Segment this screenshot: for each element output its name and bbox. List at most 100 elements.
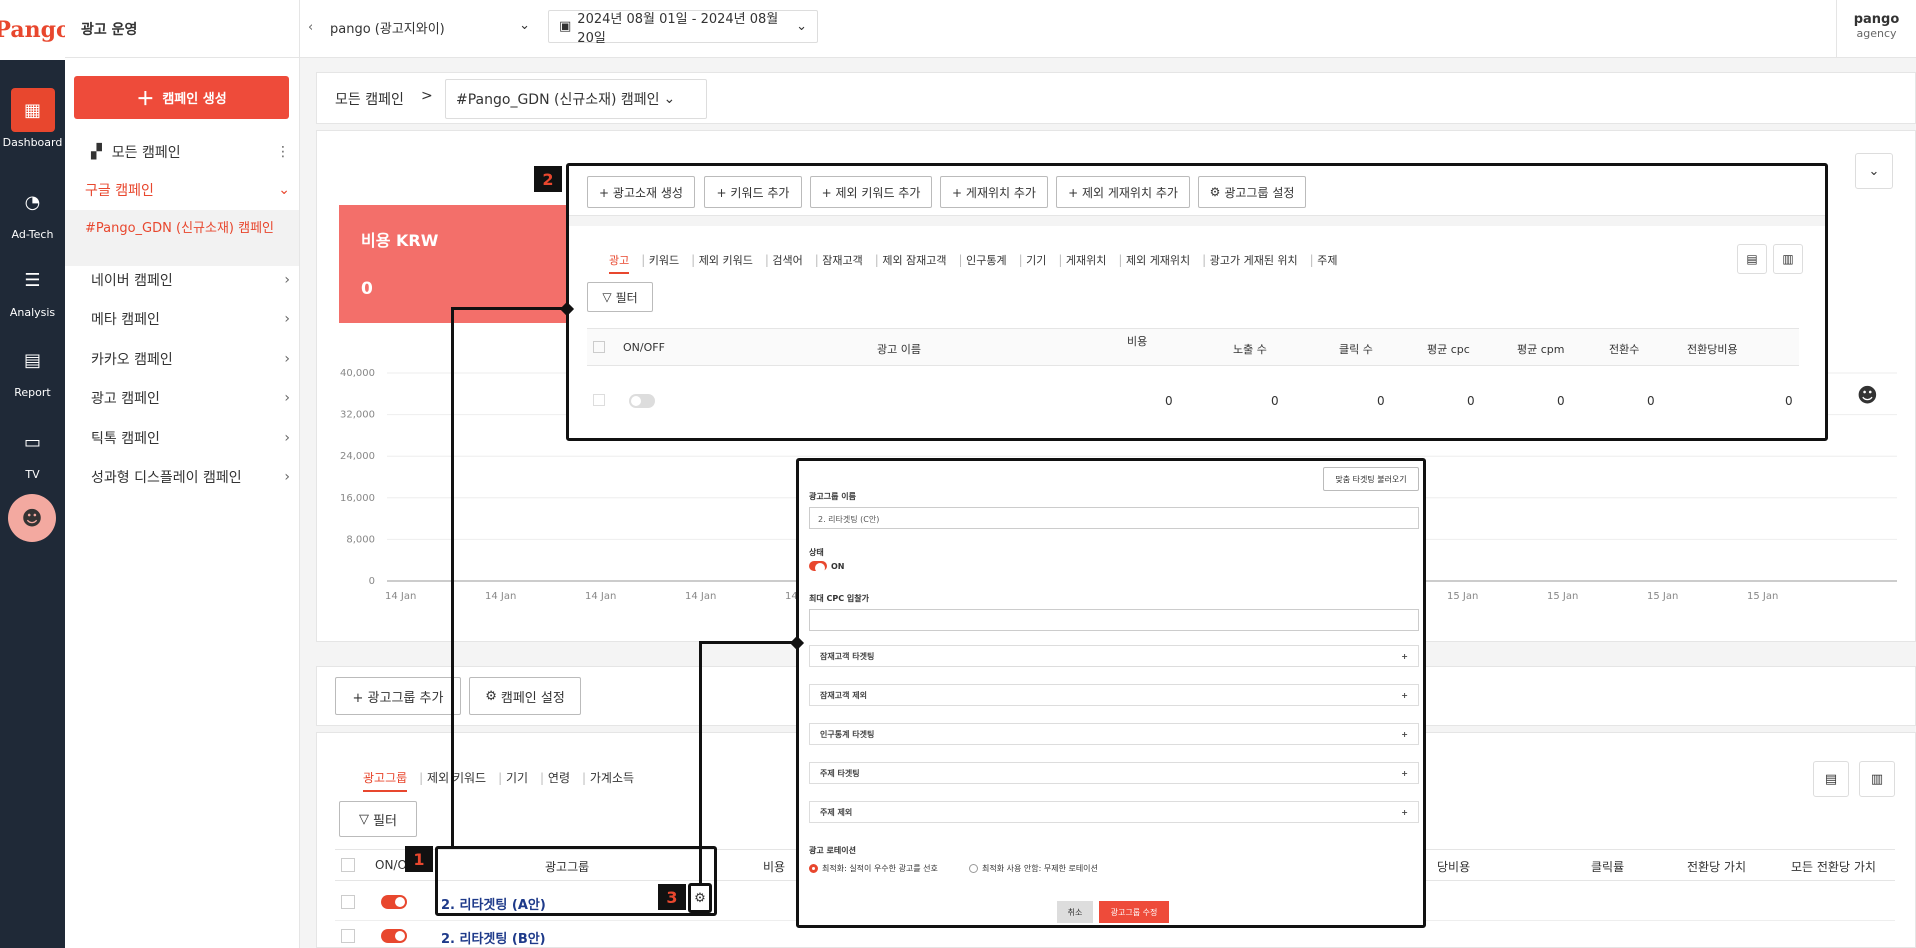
adgroup-name-input[interactable]: 2. 리타겟팅 (C안) [809, 507, 1419, 529]
tab-search-term[interactable]: 검색어 [772, 252, 802, 268]
tab-negative-keyword[interactable]: 제외 키워드 [427, 769, 486, 786]
add-adgroup-button[interactable]: + 광고그룹 추가 [335, 677, 461, 715]
account-label: pango (광고지와이) [330, 22, 445, 37]
rotation-option-no-optimize[interactable]: 최적화 사용 안함: 무제한 로테이션 [969, 863, 1098, 874]
tab-device[interactable]: 기기 [1026, 252, 1046, 268]
tab-demographics[interactable]: 인구통계 [966, 252, 1006, 268]
rail-item-report[interactable]: ▤ Report [0, 338, 65, 400]
table-row[interactable]: 0 0 0 0 0 0 0 [587, 366, 1799, 436]
submit-adgroup-button[interactable]: 광고그룹 수정 [1099, 901, 1169, 923]
columns-icon[interactable]: ▥ [1773, 244, 1803, 274]
export-icon[interactable]: ▤ [1737, 244, 1767, 274]
select-all-checkbox[interactable] [593, 341, 605, 353]
add-negative-placement-button[interactable]: + 제외 게재위치 추가 [1056, 176, 1190, 208]
accordion-label: 인구통계 타겟팅 [820, 729, 875, 739]
accordion-demographic-targeting[interactable]: 인구통계 타겟팅 + [809, 723, 1419, 745]
kpi-card[interactable]: 비용 KRW 0 [339, 205, 569, 323]
sidebar-item-ad[interactable]: 광고 캠페인 › [65, 379, 300, 417]
accordion-audience-exclusion[interactable]: 잠재고객 제외 + [809, 684, 1419, 706]
tab-topic[interactable]: 주제 [1317, 252, 1337, 268]
date-range-picker[interactable]: ▣ 2024년 08월 01일 - 2024년 08월 20일 ⌄ [548, 10, 818, 46]
tab-adgroup[interactable]: 광고그룹 [363, 769, 408, 792]
top-bar: ‹ pango (광고지와이) ⌄ ▣ 2024년 08월 01일 - 2024년 … [300, 0, 1916, 58]
add-keyword-button[interactable]: + 키워드 추가 [704, 176, 802, 208]
breadcrumb-root[interactable]: 모든 캠페인 [335, 89, 404, 109]
sidebar-item-google[interactable]: 구글 캠페인 ⌄ [65, 171, 300, 209]
adgroup-tabs: 광고그룹 | 제외 키워드 | 기기 | 연령 | 가계소득 [363, 769, 634, 792]
grid-icon: ▞ [91, 144, 102, 160]
rail-item-adtech[interactable]: ◔ Ad-Tech [0, 180, 65, 242]
row-checkbox[interactable] [341, 895, 355, 909]
x-tick-label: 14 Jan [485, 591, 516, 602]
columns-icon[interactable]: ▥ [1859, 761, 1895, 797]
sidebar-item-all[interactable]: ▞ 모든 캠페인 ⋮ [65, 133, 300, 171]
more-icon[interactable]: ⋮ [276, 144, 290, 160]
rail-item-dashboard[interactable]: ▦ Dashboard [0, 88, 65, 149]
chart-dropdown[interactable]: ⌄ [1855, 153, 1893, 189]
row-toggle[interactable] [381, 895, 407, 909]
tab-negative-keyword[interactable]: 제외 키워드 [699, 252, 753, 268]
row-checkbox[interactable] [593, 394, 605, 406]
export-icon[interactable]: ▤ [1813, 761, 1849, 797]
sidebar-item-display[interactable]: 성과형 디스플레이 캠페인 › [65, 458, 300, 496]
tab-where-shown[interactable]: 광고가 게재된 위치 [1210, 252, 1298, 268]
adgroup-settings-button[interactable]: ⚙ 광고그룹 설정 [1198, 176, 1306, 208]
account-selector[interactable]: pango (광고지와이) ⌄ [330, 18, 530, 37]
x-tick-label: 15 Jan [1747, 591, 1778, 602]
sidebar-item-tiktok[interactable]: 틱톡 캠페인 › [65, 419, 300, 457]
kpi-value: 0 [361, 279, 373, 299]
chevron-right-icon: › [284, 351, 290, 367]
tab-negative-audience[interactable]: 제외 잠재고객 [882, 252, 946, 268]
user-menu[interactable]: pango agency [1836, 0, 1916, 58]
rail-label: TV [25, 468, 40, 481]
adgroup-name-link[interactable]: 2. 리타겟팅 (B안) [441, 928, 546, 947]
pango-logo[interactable]: Pango [0, 0, 71, 60]
add-placement-button[interactable]: + 게재위치 추가 [940, 176, 1048, 208]
filter-label: 필터 [615, 290, 638, 305]
rail-item-tv[interactable]: ▭ TV [0, 420, 65, 482]
sidebar-item-kakao[interactable]: 카카오 캠페인 › [65, 340, 300, 378]
connector-line [451, 307, 569, 310]
adgroup-gear-icon[interactable]: ⚙ [688, 883, 712, 913]
accordion-audience-targeting[interactable]: 잠재고객 타겟팅 + [809, 645, 1419, 667]
filter-button[interactable]: ▽ 필터 [587, 282, 653, 312]
collapse-icon[interactable]: ‹ [308, 20, 313, 35]
tab-age[interactable]: 연령 [548, 769, 570, 786]
create-campaign-button[interactable]: ＋ 캠페인 생성 [74, 76, 289, 119]
rotation-option-optimize[interactable]: 최적화: 실적이 우수한 광고를 선호 [809, 863, 938, 874]
robot-icon[interactable]: ☻ [1857, 383, 1878, 407]
status-toggle[interactable]: ON [809, 561, 845, 573]
mascot-icon[interactable]: ☻ [8, 494, 56, 542]
add-negative-keyword-button[interactable]: + 제외 키워드 추가 [810, 176, 932, 208]
sidebar-item-naver[interactable]: 네이버 캠페인 › [65, 261, 300, 299]
tab-negative-placement[interactable]: 제외 게재위치 [1126, 252, 1190, 268]
chevron-down-icon: ⌄ [278, 182, 290, 198]
select-all-checkbox[interactable] [341, 858, 355, 872]
status-switch[interactable] [809, 561, 827, 573]
sidebar-item-active-campaign[interactable]: #Pango_GDN (신규소재) 캠페인 [65, 210, 299, 266]
max-cpc-input[interactable] [809, 609, 1419, 631]
cancel-button[interactable]: 취소 [1057, 901, 1093, 923]
radio-unchecked[interactable] [969, 864, 978, 873]
tab-income[interactable]: 가계소득 [590, 769, 634, 786]
filter-button[interactable]: ▽ 필터 [339, 801, 417, 837]
tab-device[interactable]: 기기 [506, 769, 528, 786]
rail-item-analysis[interactable]: ☰ Analysis [0, 258, 65, 320]
accordion-topic-exclusion[interactable]: 주제 제외 + [809, 801, 1419, 823]
sidebar: 광고 운영 ＋ 캠페인 생성 ▞ 모든 캠페인 ⋮ 구글 캠페인 ⌄ #Pango_GD… [65, 0, 300, 948]
radio-checked[interactable] [809, 864, 818, 873]
load-targeting-button[interactable]: 맞춤 타겟팅 불러오기 [1323, 467, 1419, 491]
row-toggle[interactable] [381, 929, 407, 943]
sidebar-item-meta[interactable]: 메타 캠페인 › [65, 300, 300, 338]
tab-placement[interactable]: 게재위치 [1066, 252, 1106, 268]
campaign-selector[interactable]: #Pango_GDN (신규소재) 캠페인 ⌄ [445, 79, 707, 119]
accordion-topic-targeting[interactable]: 주제 타겟팅 + [809, 762, 1419, 784]
calendar-icon: ▣ [559, 19, 572, 34]
row-checkbox[interactable] [341, 929, 355, 943]
campaign-settings-button[interactable]: ⚙ 캠페인 설정 [469, 677, 581, 715]
tab-audience[interactable]: 잠재고객 [822, 252, 862, 268]
tab-keyword[interactable]: 키워드 [649, 252, 679, 268]
create-creative-button[interactable]: + 광고소재 생성 [587, 176, 695, 208]
row-toggle[interactable] [629, 394, 655, 408]
tab-ad[interactable]: 광고 [609, 252, 630, 274]
